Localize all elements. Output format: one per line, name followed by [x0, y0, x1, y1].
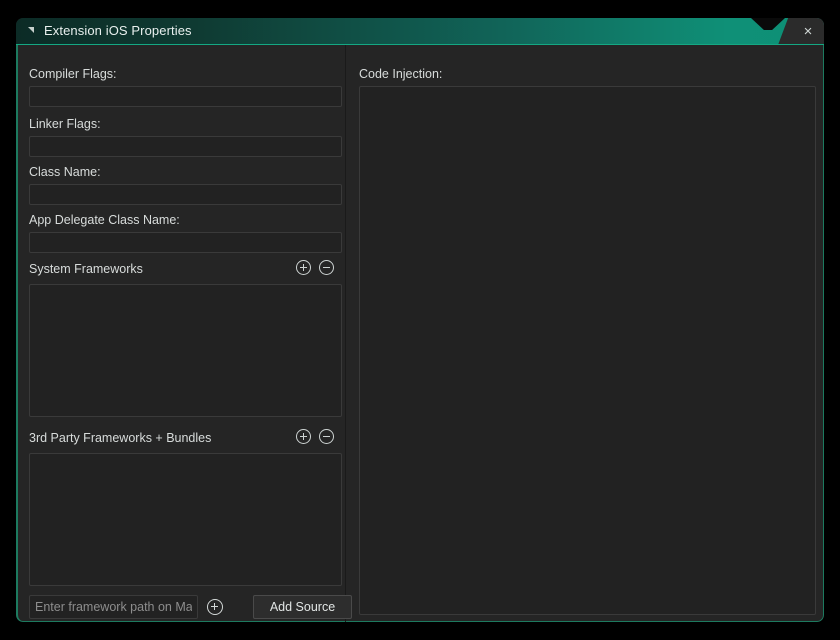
class-name-input[interactable] [29, 184, 342, 205]
close-icon[interactable]: × [796, 21, 820, 42]
compiler-flags-input[interactable] [29, 86, 342, 107]
add-framework-path-icon[interactable] [207, 599, 223, 615]
framework-path-input[interactable] [29, 595, 198, 619]
linker-flags-label: Linker Flags: [29, 117, 101, 131]
window-title: Extension iOS Properties [44, 23, 192, 38]
third-party-frameworks-remove-icon[interactable] [319, 429, 334, 444]
left-pane: Compiler Flags: Linker Flags: Class Name… [18, 45, 352, 622]
app-delegate-class-name-input[interactable] [29, 232, 342, 253]
properties-window: Extension iOS Properties × Compiler Flag… [16, 18, 824, 622]
framework-path-row: Add Source [29, 595, 352, 619]
window-body: Compiler Flags: Linker Flags: Class Name… [16, 45, 824, 622]
system-frameworks-add-icon[interactable] [296, 260, 311, 275]
system-frameworks-remove-icon[interactable] [319, 260, 334, 275]
code-injection-textarea[interactable] [359, 86, 816, 615]
triangle-collapse-icon[interactable] [28, 27, 34, 33]
code-injection-label: Code Injection: [359, 67, 443, 81]
system-frameworks-list[interactable] [29, 284, 342, 417]
app-delegate-class-name-label: App Delegate Class Name: [29, 213, 180, 227]
add-source-button[interactable]: Add Source [253, 595, 352, 619]
system-frameworks-title: System Frameworks [29, 262, 143, 276]
system-frameworks-header: System Frameworks [29, 260, 342, 280]
right-pane: Code Injection: [346, 45, 824, 622]
class-name-label: Class Name: [29, 165, 101, 179]
linker-flags-input[interactable] [29, 136, 342, 157]
third-party-frameworks-header: 3rd Party Frameworks + Bundles [29, 429, 342, 449]
third-party-frameworks-title: 3rd Party Frameworks + Bundles [29, 431, 212, 445]
window-titlebar: Extension iOS Properties [16, 18, 824, 45]
titlebar-notch [751, 18, 785, 30]
third-party-frameworks-add-icon[interactable] [296, 429, 311, 444]
compiler-flags-label: Compiler Flags: [29, 67, 117, 81]
third-party-frameworks-list[interactable] [29, 453, 342, 586]
